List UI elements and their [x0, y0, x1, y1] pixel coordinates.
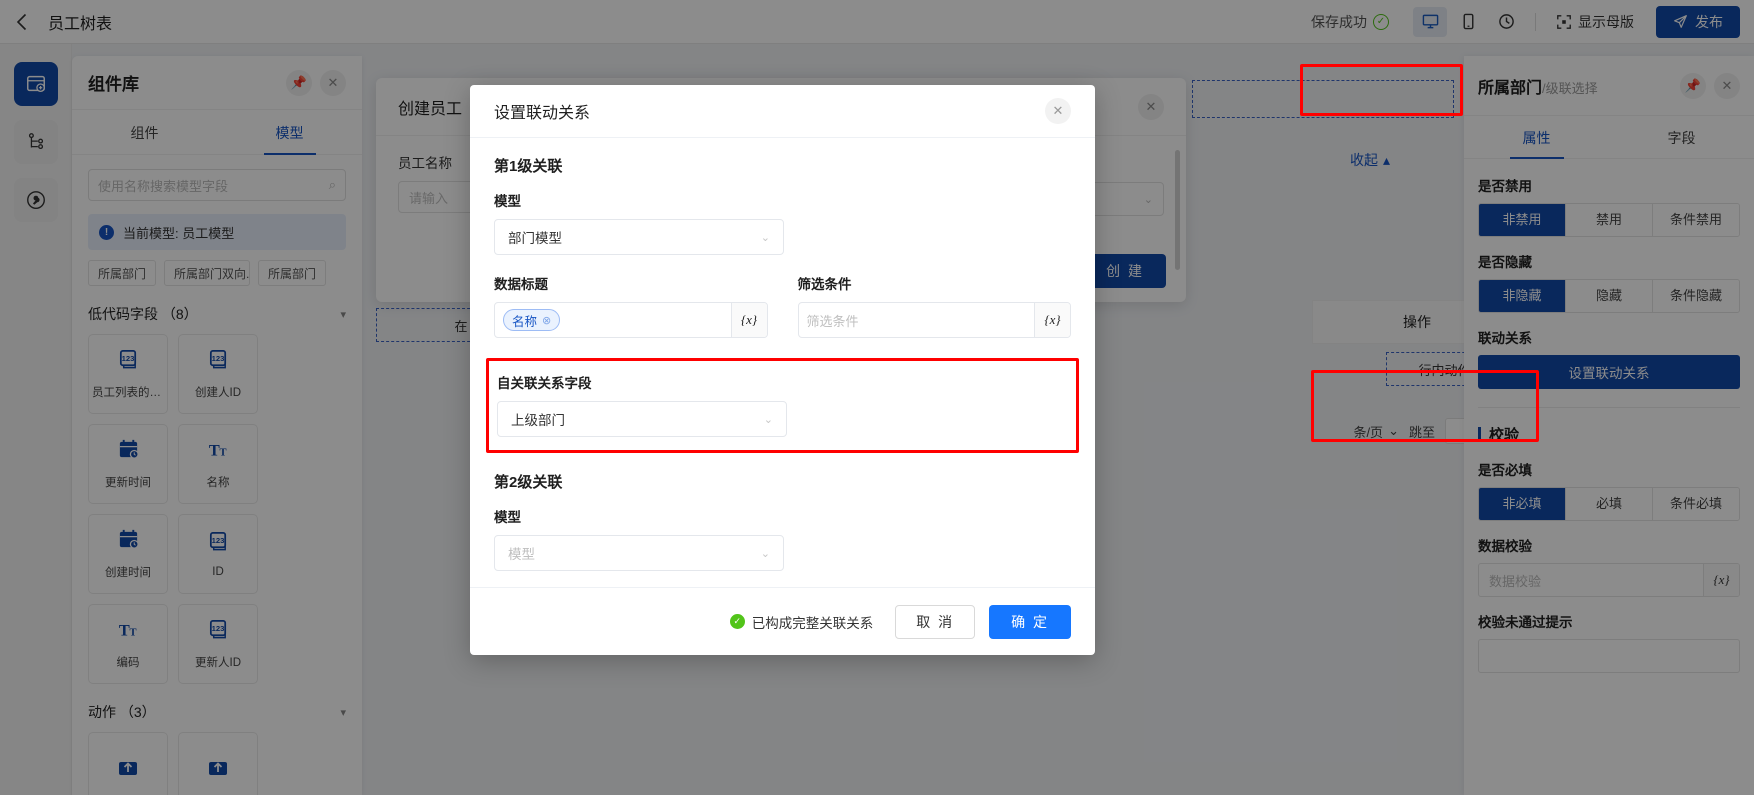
app-root: 员工树表 保存成功 ✓ 显示母版 发布 组件库 📌 ✕ 组件 模型 使用名称搜索… — [0, 0, 1754, 795]
data-title-field: 数据标题 名称 ⊗ {x} — [494, 273, 768, 338]
title-filter-row: 数据标题 名称 ⊗ {x} 筛选条件 筛选条件 {x} — [494, 273, 1071, 338]
chevron-down-icon: ⌄ — [760, 231, 770, 244]
modal-header: 设置联动关系 ✕ — [470, 85, 1095, 138]
model-select-value: 部门模型 — [508, 231, 562, 246]
data-title-input-wrap: 名称 ⊗ {x} — [494, 302, 768, 338]
level2-model-placeholder: 模型 — [508, 547, 535, 562]
level1-heading: 第1级关联 — [494, 158, 563, 175]
model-select[interactable]: 部门模型 ⌄ — [494, 219, 784, 255]
self-relation-value: 上级部门 — [511, 413, 565, 428]
fx-button-title[interactable]: {x} — [730, 303, 767, 337]
chevron-down-icon: ⌄ — [763, 413, 773, 426]
filter-label: 筛选条件 — [797, 277, 852, 292]
linkage-settings-modal: 设置联动关系 ✕ 第1级关联 模型 部门模型 ⌄ 数据标题 名称 ⊗ {x} 筛… — [470, 85, 1095, 655]
modal-body: 第1级关联 模型 部门模型 ⌄ 数据标题 名称 ⊗ {x} 筛选条件 筛选条件 … — [470, 138, 1095, 587]
data-title-input[interactable]: 名称 ⊗ — [495, 303, 731, 337]
model-label: 模型 — [494, 194, 521, 209]
close-circle-icon[interactable]: ⊗ — [542, 314, 551, 327]
level2-heading: 第2级关联 — [494, 474, 563, 491]
filter-input-wrap: 筛选条件 {x} — [797, 302, 1071, 338]
level2-model-select[interactable]: 模型 ⌄ — [494, 535, 784, 571]
relation-status: ✓ 已构成完整关联关系 — [729, 612, 874, 632]
filter-input[interactable]: 筛选条件 — [799, 303, 1035, 337]
self-relation-select[interactable]: 上级部门 ⌄ — [497, 401, 787, 437]
modal-footer: ✓ 已构成完整关联关系 取 消 确 定 — [470, 587, 1095, 655]
confirm-button[interactable]: 确 定 — [989, 604, 1071, 639]
cancel-button[interactable]: 取 消 — [895, 604, 976, 639]
modal-title: 设置联动关系 — [494, 105, 591, 122]
chevron-down-icon: ⌄ — [760, 547, 770, 560]
self-relation-label: 自关联关系字段 — [497, 376, 592, 391]
relation-status-label: 已构成完整关联关系 — [751, 615, 874, 631]
self-relation-highlight: 自关联关系字段 上级部门 ⌄ — [486, 358, 1079, 453]
data-title-tag-label: 名称 — [512, 314, 538, 329]
fx-button-filter[interactable]: {x} — [1034, 303, 1070, 337]
check-circle-icon: ✓ — [729, 614, 745, 629]
filter-placeholder: 筛选条件 — [806, 313, 859, 329]
data-title-tag[interactable]: 名称 ⊗ — [503, 309, 561, 331]
level2-model-label: 模型 — [494, 510, 521, 525]
filter-field: 筛选条件 筛选条件 {x} — [797, 273, 1071, 338]
close-icon[interactable]: ✕ — [1045, 98, 1071, 124]
data-title-label: 数据标题 — [494, 277, 548, 292]
